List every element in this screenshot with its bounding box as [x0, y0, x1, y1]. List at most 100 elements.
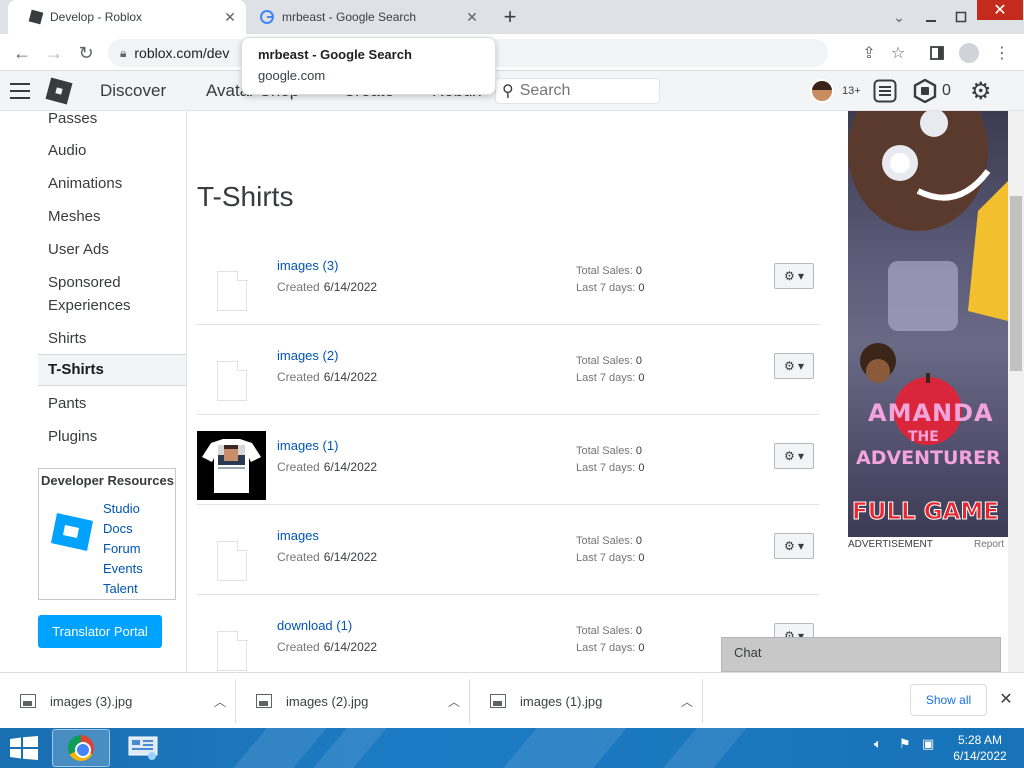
chat-bar[interactable]: Chat: [721, 637, 1001, 672]
total-sales-label: Total Sales:: [576, 625, 633, 637]
item-settings-gear-button[interactable]: ⚙ ▾: [774, 263, 814, 289]
chevron-up-icon[interactable]: ︿: [672, 693, 702, 710]
forward-arrow-icon[interactable]: →: [42, 41, 66, 65]
sidebar-item-t-shirts[interactable]: T-Shirts: [38, 354, 186, 386]
sidebar-item-shirts[interactable]: Shirts: [38, 327, 186, 350]
sidebar-item-user-ads[interactable]: User Ads: [38, 238, 186, 261]
created-label: Created: [277, 640, 320, 654]
robux-count: 0: [942, 82, 951, 99]
system-clock[interactable]: 5:28 AM 6/14/2022: [950, 732, 1010, 764]
item-thumbnail[interactable]: [197, 521, 266, 590]
tab-close-icon[interactable]: ✕: [220, 9, 240, 26]
last-7-label: Last 7 days:: [576, 462, 636, 474]
translator-portal-button[interactable]: Translator Portal: [38, 615, 162, 648]
sidebar-item-passes[interactable]: Passes: [38, 107, 186, 130]
sidebar-item-audio[interactable]: Audio: [38, 139, 186, 162]
robux-icon[interactable]: [913, 78, 937, 104]
total-sales-value: 0: [635, 535, 642, 547]
list-item: images (1) Created 6/14/2022 Total Sales:…: [197, 415, 819, 505]
volume-muted-icon[interactable]: 🔈︎: [874, 736, 882, 752]
item-settings-gear-button[interactable]: ⚙ ▾: [774, 443, 814, 469]
download-item[interactable]: images (3).jpg ︿: [0, 679, 236, 723]
close-download-shelf-icon[interactable]: ✕: [995, 689, 1017, 711]
taskbar-decor: [503, 728, 627, 768]
new-tab-button[interactable]: +: [498, 6, 522, 28]
dev-link-docs[interactable]: Docs: [103, 521, 133, 536]
item-settings-gear-button[interactable]: ⚙ ▾: [774, 533, 814, 559]
dev-link-talent[interactable]: Talent: [103, 581, 138, 596]
item-thumbnail[interactable]: [197, 431, 266, 500]
developer-resources-heading: Developer Resources: [41, 473, 174, 488]
sidebar-item-pants[interactable]: Pants: [38, 392, 186, 415]
side-panel-icon[interactable]: [925, 41, 949, 65]
bookmark-star-icon[interactable]: ☆: [886, 41, 910, 65]
item-thumbnail[interactable]: [197, 611, 266, 672]
item-name-link[interactable]: images (2): [277, 348, 338, 363]
placeholder-image-icon: [217, 360, 248, 401]
item-settings-gear-button[interactable]: ⚙ ▾: [774, 353, 814, 379]
dev-link-studio[interactable]: Studio: [103, 501, 140, 516]
list-item: images (3) Created 6/14/2022 Total Sales:…: [197, 235, 819, 325]
sidebar-item-sponsored-experiences[interactable]: Sponsored Experiences: [38, 271, 186, 317]
taskbar-chrome-app[interactable]: [52, 729, 110, 767]
google-favicon-icon: [260, 10, 274, 24]
ad-title-line-2: THE: [908, 429, 939, 445]
hover-card-title: mrbeast - Google Search: [258, 47, 412, 62]
total-sales-label: Total Sales:: [576, 265, 633, 277]
item-name-link[interactable]: images (1): [277, 438, 338, 453]
item-name-link[interactable]: images: [277, 528, 319, 543]
item-name-link[interactable]: download (1): [277, 618, 352, 633]
back-arrow-icon[interactable]: ←: [10, 41, 34, 65]
user-avatar[interactable]: [810, 78, 834, 104]
chevron-up-icon[interactable]: ︿: [205, 693, 235, 710]
roblox-logo-icon[interactable]: [45, 77, 73, 105]
download-file-name: images (3).jpg: [50, 693, 133, 709]
roblox-search-box[interactable]: ⚲: [495, 78, 660, 104]
last-7-value: 0: [638, 552, 645, 564]
dev-link-events[interactable]: Events: [103, 561, 143, 576]
page-scrollbar[interactable]: [1008, 111, 1024, 672]
action-center-flag-icon[interactable]: ⚑: [899, 736, 911, 752]
notifications-list-icon[interactable]: [873, 78, 897, 104]
taskbar-explorer-app[interactable]: [114, 729, 172, 767]
list-item: images (2) Created 6/14/2022 Total Sales:…: [197, 325, 819, 415]
item-thumbnail[interactable]: [197, 341, 266, 410]
item-thumbnail[interactable]: [197, 251, 266, 320]
sidebar-item-animations[interactable]: Animations: [38, 172, 186, 195]
reload-icon[interactable]: ↻: [74, 41, 98, 65]
minimize-button[interactable]: [917, 0, 945, 34]
network-icon[interactable]: ▣: [922, 736, 934, 752]
item-name-link[interactable]: images (3): [277, 258, 338, 273]
item-created: Created 6/14/2022: [277, 640, 377, 654]
tab-close-icon[interactable]: ✕: [462, 9, 482, 26]
roblox-header: Discover Avatar Shop Create Robux ⚲ 13+ …: [0, 71, 1024, 111]
maximize-button[interactable]: [947, 0, 975, 34]
chevron-up-icon[interactable]: ︿: [439, 693, 469, 710]
download-item[interactable]: images (1).jpg ︿: [470, 679, 703, 723]
kebab-menu-icon[interactable]: ⋮: [990, 41, 1014, 65]
browser-toolbar: ← → ↻ 🔒︎ roblox.com/dev ⇪ ☆ ⋮: [0, 34, 1024, 71]
download-item[interactable]: images (2).jpg ︿: [236, 679, 470, 723]
settings-gear-icon[interactable]: ⚙: [970, 78, 992, 105]
show-all-downloads-button[interactable]: Show all: [910, 684, 987, 716]
window-close-button[interactable]: ✕: [977, 0, 1023, 20]
windows-start-icon[interactable]: [10, 736, 38, 760]
tab-google-search[interactable]: mrbeast - Google Search ✕: [246, 0, 488, 34]
sidebar-item-plugins[interactable]: Plugins: [38, 425, 186, 448]
tab-search-chevron-icon[interactable]: ⌄: [887, 0, 911, 34]
sidebar-item-meshes[interactable]: Meshes: [38, 205, 186, 228]
developer-resources-box: Developer Resources Studio Docs Forum Ev…: [38, 468, 176, 600]
share-icon[interactable]: ⇪: [857, 41, 881, 65]
hamburger-menu-icon[interactable]: [10, 83, 30, 99]
advertisement-banner[interactable]: AMANDA THE ADVENTURER FULL GAME: [848, 111, 1008, 537]
scrollbar-thumb[interactable]: [1010, 196, 1022, 371]
image-file-icon: [256, 694, 272, 708]
profile-icon[interactable]: [957, 41, 981, 65]
taskbar-decor: [313, 728, 387, 768]
nav-link-discover[interactable]: Discover: [100, 81, 166, 101]
dev-link-forum[interactable]: Forum: [103, 541, 141, 556]
download-shelf: images (3).jpg ︿ images (2).jpg ︿ images…: [0, 672, 1024, 728]
tab-develop-roblox[interactable]: Develop - Roblox ✕: [8, 0, 246, 34]
search-input[interactable]: [519, 82, 640, 100]
ad-report-link[interactable]: Report: [974, 539, 1004, 550]
